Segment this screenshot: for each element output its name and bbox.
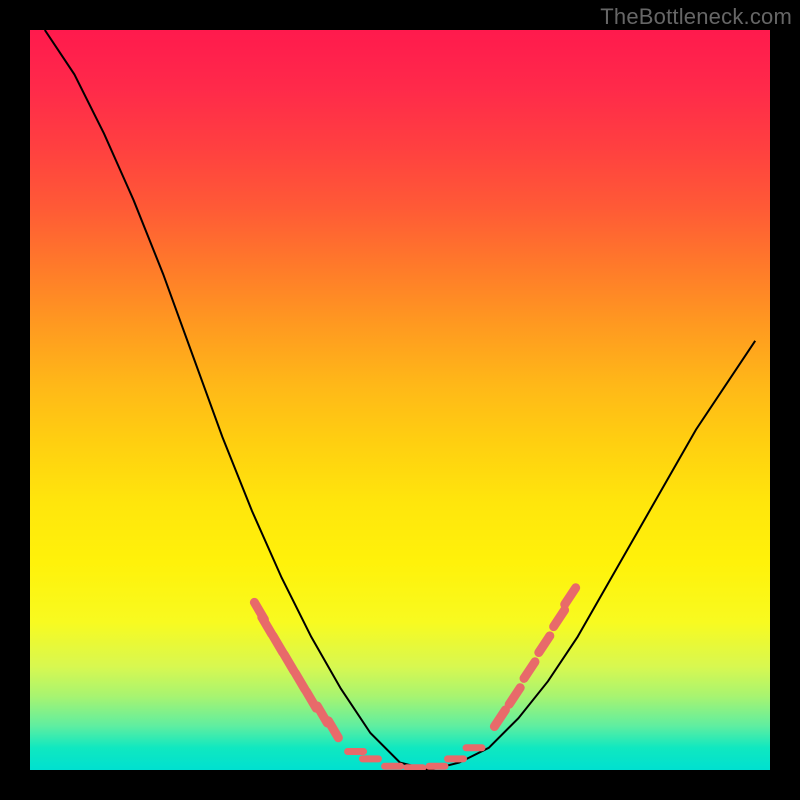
attribution-text: TheBottleneck.com	[600, 4, 792, 30]
marker-dash	[539, 636, 550, 653]
marker-dash	[295, 673, 305, 690]
marker-group	[254, 588, 575, 768]
marker-dash	[273, 636, 283, 653]
marker-dash	[494, 710, 505, 727]
plot-area	[30, 30, 770, 770]
marker-dash	[262, 617, 272, 634]
marker-dash	[284, 654, 294, 671]
marker-dash	[554, 610, 565, 627]
marker-dash	[328, 721, 338, 738]
right-curve	[430, 341, 756, 770]
curve-layer	[30, 30, 770, 770]
marker-dash	[565, 588, 576, 605]
marker-dash	[509, 688, 520, 705]
chart-frame: TheBottleneck.com	[0, 0, 800, 800]
left-curve	[45, 30, 430, 770]
marker-dash	[524, 662, 535, 679]
